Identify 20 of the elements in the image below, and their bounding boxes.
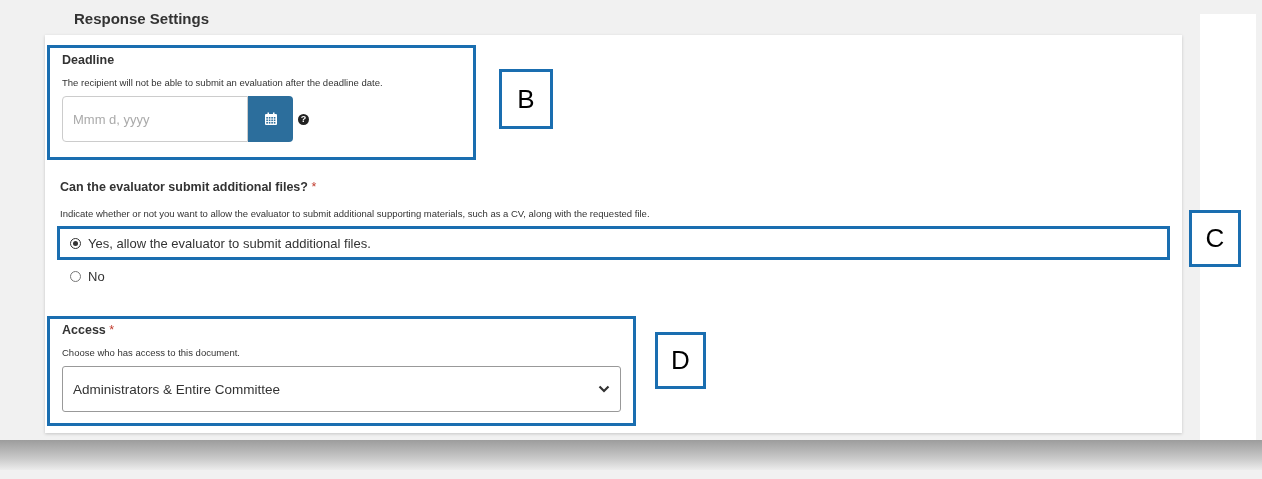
field-description: Choose who has access to this document. xyxy=(62,347,241,358)
calendar-icon xyxy=(263,112,278,126)
radio-option[interactable]: Yes, allow the evaluator to submit additional files. xyxy=(70,235,371,251)
required-mark: * xyxy=(311,180,317,194)
help-icon[interactable]: ? xyxy=(298,113,309,125)
access-dropdown[interactable]: Administrators & Entire Committee xyxy=(62,366,621,412)
callout-letter: C xyxy=(1189,210,1241,267)
required-mark: * xyxy=(109,323,115,337)
radio-option[interactable]: No xyxy=(70,268,105,284)
field-description: The recipient will not be able to submit an evaluation after the deadline date. xyxy=(62,77,384,88)
field-label: Access * xyxy=(62,323,116,337)
calendar-button[interactable] xyxy=(248,96,293,142)
field-description: Indicate whether or not you want to allow the evaluator to submit additional supporting materials, such as a CV, along with the requested file. xyxy=(60,208,651,219)
section-title: Response Settings xyxy=(74,10,210,27)
field-label: Deadline xyxy=(62,53,116,67)
date-field[interactable]: Mmm d, yyyy xyxy=(62,96,248,142)
field-label: Can the evaluator submit additional files? * xyxy=(60,180,318,194)
callout-letter: D xyxy=(655,332,706,389)
callout-letter: B xyxy=(499,69,553,129)
chevron-down-icon xyxy=(598,385,610,393)
